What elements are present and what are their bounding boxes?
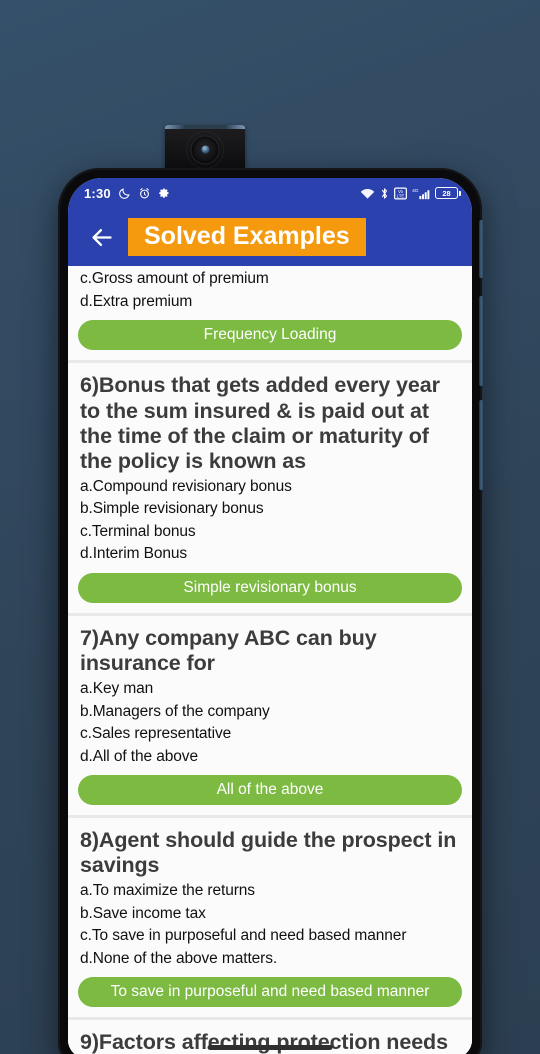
battery-icon: 28	[435, 187, 461, 199]
option-item[interactable]: c.Terminal bonus	[68, 521, 472, 543]
bluetooth-icon	[380, 187, 389, 200]
phone-device: 1:30 Vo LTE 4G 28 Solved Examples c.Gros…	[58, 168, 483, 1054]
option-item[interactable]: c.Gross amount of premium	[68, 268, 472, 290]
status-bar-left: 1:30	[84, 186, 170, 201]
question-card: 8)Agent should guide the prospect in sav…	[68, 818, 472, 1018]
answer-pill[interactable]: Simple revisionary bonus	[78, 572, 462, 603]
side-button-volume-down[interactable]	[479, 400, 483, 490]
back-button[interactable]	[82, 218, 120, 256]
arrow-left-icon	[91, 228, 112, 246]
option-item[interactable]: d.None of the above matters.	[68, 948, 472, 970]
gear-icon	[158, 187, 170, 199]
svg-text:LTE: LTE	[397, 193, 405, 198]
page-title: Solved Examples	[128, 217, 366, 257]
question-text: 6)Bonus that gets added every year to th…	[80, 373, 440, 473]
side-button-power[interactable]	[479, 220, 483, 278]
option-item[interactable]: d.All of the above	[68, 746, 472, 768]
question-text: 8)Agent should guide the prospect in sav…	[80, 828, 457, 878]
option-item[interactable]: c.To save in purposeful and need based m…	[68, 925, 472, 947]
moon-icon	[118, 187, 131, 200]
phone-screen: 1:30 Vo LTE 4G 28 Solved Examples c.Gros…	[68, 178, 472, 1054]
option-item[interactable]: a.To maximize the returns	[68, 880, 472, 902]
side-button-volume-up[interactable]	[479, 296, 483, 386]
status-bar-clock: 1:30	[84, 185, 111, 201]
app-bar: Solved Examples	[68, 208, 472, 266]
option-item[interactable]: b.Simple revisionary bonus	[68, 498, 472, 520]
option-item[interactable]: d.Interim Bonus	[68, 543, 472, 565]
answer-pill[interactable]: All of the above	[78, 775, 462, 806]
status-bar-right: Vo LTE 4G 28	[360, 187, 461, 200]
question-card: 6)Bonus that gets added every year to th…	[68, 363, 472, 613]
option-item[interactable]: b.Managers of the company	[68, 701, 472, 723]
camera-lens-icon	[191, 136, 219, 164]
status-bar: 1:30 Vo LTE 4G 28	[68, 178, 472, 208]
option-item[interactable]: b.Save income tax	[68, 903, 472, 925]
question-text: 7)Any company ABC can buy insurance for	[80, 625, 377, 676]
battery-level-label: 28	[442, 188, 451, 198]
popup-camera-module	[165, 125, 245, 173]
question-card: 7)Any company ABC can buy insurance for …	[68, 615, 472, 816]
alarm-clock-icon	[138, 187, 151, 200]
wifi-icon	[360, 187, 375, 200]
question-card: b.Loading c.Gross amount of premium d.Ex…	[68, 266, 472, 361]
question-list[interactable]: b.Loading c.Gross amount of premium d.Ex…	[68, 266, 472, 1054]
answer-pill[interactable]: Frequency Loading	[78, 320, 462, 351]
svg-text:4G: 4G	[412, 187, 419, 193]
option-item[interactable]: c.Sales representative	[68, 723, 472, 745]
option-item[interactable]: a.Key man	[68, 678, 472, 700]
option-item[interactable]: d.Extra premium	[68, 291, 472, 313]
signal-4g-icon: 4G	[412, 187, 430, 200]
vowifi-icon: Vo LTE	[394, 187, 407, 200]
answer-pill[interactable]: To save in purposeful and need based man…	[78, 977, 462, 1008]
home-indicator[interactable]	[207, 1045, 333, 1050]
option-item[interactable]: a.Compound revisionary bonus	[68, 476, 472, 498]
